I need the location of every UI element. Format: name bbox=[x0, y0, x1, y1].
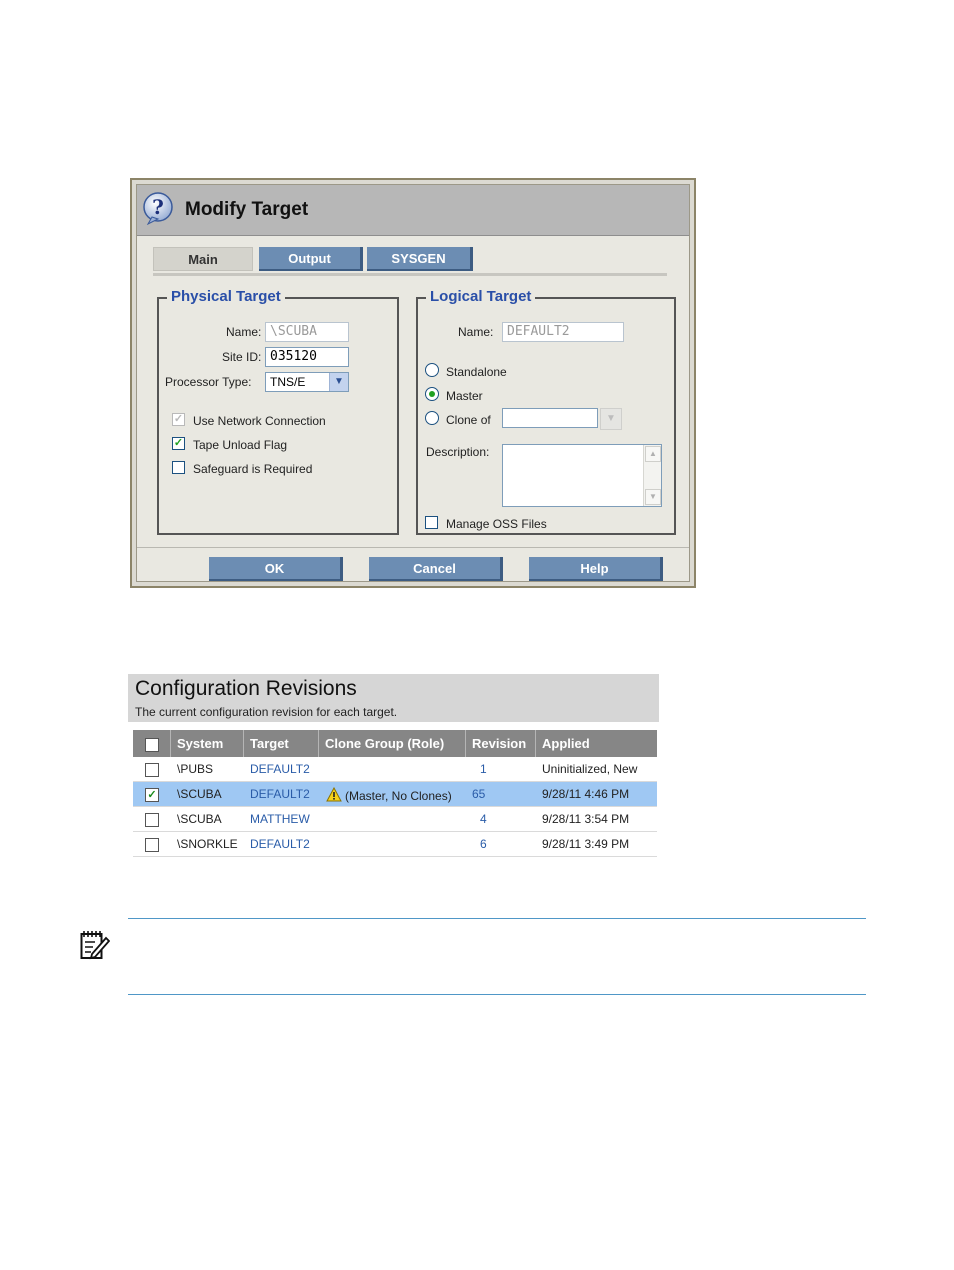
table-row[interactable]: \SCUBA MATTHEW 4 9/28/11 3:54 PM bbox=[133, 807, 657, 832]
clone-group-cell: (Master, No Clones) bbox=[345, 789, 452, 803]
logical-target-legend: Logical Target bbox=[426, 288, 536, 305]
target-link[interactable]: DEFAULT2 bbox=[250, 832, 310, 857]
dialog-title-bar: ? Modify Target bbox=[137, 185, 689, 236]
revision-link[interactable]: 65 bbox=[472, 782, 485, 807]
cancel-button[interactable]: Cancel bbox=[369, 557, 503, 581]
configuration-revisions-panel: Configuration Revisions The current conf… bbox=[128, 674, 659, 864]
manage-oss-files-checkbox[interactable] bbox=[425, 516, 438, 529]
revision-link[interactable]: 6 bbox=[480, 832, 487, 857]
standalone-label: Standalone bbox=[446, 365, 507, 379]
physical-target-group: Physical Target Name: \SCUBA Site ID: 03… bbox=[157, 288, 399, 535]
scroll-down-icon[interactable]: ▼ bbox=[645, 489, 661, 505]
processor-type-value: TNS/E bbox=[270, 375, 306, 389]
tab-output[interactable]: Output bbox=[259, 247, 363, 271]
row-checkbox[interactable] bbox=[145, 838, 159, 852]
help-question-icon: ? bbox=[143, 192, 173, 225]
clone-of-field[interactable] bbox=[502, 408, 598, 428]
clone-of-radio[interactable] bbox=[425, 411, 439, 425]
physical-name-field[interactable]: \SCUBA bbox=[265, 322, 349, 342]
revisions-header: Configuration Revisions The current conf… bbox=[128, 674, 659, 722]
chevron-down-icon: ▼ bbox=[329, 373, 348, 391]
site-id-label: Site ID: bbox=[222, 350, 262, 364]
processor-type-select[interactable]: TNS/E ▼ bbox=[265, 372, 349, 392]
master-radio[interactable] bbox=[425, 387, 439, 401]
applied-cell: 9/28/11 3:54 PM bbox=[542, 812, 630, 826]
tab-sysgen[interactable]: SYSGEN bbox=[367, 247, 473, 271]
site-id-field[interactable]: 035120 bbox=[265, 347, 349, 367]
table-row[interactable]: ✓ \SCUBA DEFAULT2 (Master, No Clones) 65… bbox=[133, 782, 657, 807]
standalone-radio[interactable] bbox=[425, 363, 439, 377]
target-link[interactable]: DEFAULT2 bbox=[250, 757, 310, 782]
header-select-all-cell bbox=[133, 730, 171, 757]
description-textarea[interactable]: ▲ ▼ bbox=[502, 444, 662, 507]
clone-of-dropdown[interactable]: ▼ bbox=[600, 408, 622, 430]
applied-cell: 9/28/11 3:49 PM bbox=[542, 837, 630, 851]
select-all-checkbox[interactable] bbox=[145, 738, 159, 752]
use-network-connection-label: Use Network Connection bbox=[193, 414, 326, 428]
scroll-up-icon[interactable]: ▲ bbox=[645, 446, 661, 462]
use-network-connection-checkbox[interactable]: ✓ bbox=[172, 413, 185, 426]
logical-name-label: Name: bbox=[458, 325, 494, 339]
manage-oss-files-label: Manage OSS Files bbox=[446, 517, 547, 531]
tape-unload-flag-label: Tape Unload Flag bbox=[193, 438, 288, 452]
physical-name-label: Name: bbox=[226, 325, 262, 339]
processor-type-label: Processor Type: bbox=[165, 375, 252, 389]
applied-cell: 9/28/11 4:46 PM bbox=[542, 787, 630, 801]
revisions-title: Configuration Revisions bbox=[135, 677, 357, 700]
target-link[interactable]: MATTHEW bbox=[250, 807, 310, 832]
revision-link[interactable]: 4 bbox=[480, 807, 487, 832]
table-row[interactable]: \PUBS DEFAULT2 1 Uninitialized, New bbox=[133, 757, 657, 782]
physical-target-legend: Physical Target bbox=[167, 288, 285, 305]
row-checkbox[interactable] bbox=[145, 763, 159, 777]
dialog-title: Modify Target bbox=[185, 199, 309, 220]
warning-icon bbox=[326, 787, 342, 802]
safeguard-required-checkbox[interactable] bbox=[172, 461, 185, 474]
tab-underline bbox=[153, 273, 667, 276]
system-cell: \SNORKLE bbox=[177, 837, 238, 851]
column-header-applied[interactable]: Applied bbox=[536, 730, 657, 757]
clone-of-label: Clone of bbox=[446, 413, 491, 427]
description-scrollbar[interactable]: ▲ ▼ bbox=[643, 445, 661, 506]
table-row[interactable]: \SNORKLE DEFAULT2 6 9/28/11 3:49 PM bbox=[133, 832, 657, 857]
column-header-target[interactable]: Target bbox=[244, 730, 319, 757]
system-cell: \SCUBA bbox=[177, 787, 222, 801]
row-checkbox[interactable]: ✓ bbox=[145, 788, 159, 802]
target-link[interactable]: DEFAULT2 bbox=[250, 782, 310, 807]
help-button[interactable]: Help bbox=[529, 557, 663, 581]
note-pencil-icon bbox=[80, 931, 110, 960]
logical-target-group: Logical Target Name: DEFAULT2 Standalone… bbox=[416, 288, 676, 535]
column-header-revision[interactable]: Revision bbox=[466, 730, 536, 757]
system-cell: \PUBS bbox=[177, 762, 214, 776]
applied-cell: Uninitialized, New bbox=[542, 762, 638, 776]
column-header-clone-group[interactable]: Clone Group (Role) bbox=[319, 730, 466, 757]
logical-name-field[interactable]: DEFAULT2 bbox=[502, 322, 624, 342]
note-top-rule bbox=[128, 918, 866, 919]
modify-target-dialog: ? Modify Target Main Output SYSGEN Physi… bbox=[130, 178, 696, 588]
master-label: Master bbox=[446, 389, 483, 403]
revision-link[interactable]: 1 bbox=[480, 757, 487, 782]
chevron-down-icon: ▼ bbox=[600, 408, 622, 430]
column-header-system[interactable]: System bbox=[171, 730, 244, 757]
system-cell: \SCUBA bbox=[177, 812, 222, 826]
note-bottom-rule bbox=[128, 994, 866, 995]
svg-text:?: ? bbox=[152, 195, 164, 219]
ok-button[interactable]: OK bbox=[209, 557, 343, 581]
tab-main[interactable]: Main bbox=[153, 247, 253, 271]
revisions-subtitle: The current configuration revision for e… bbox=[135, 705, 398, 719]
dialog-body: ? Modify Target Main Output SYSGEN Physi… bbox=[136, 184, 690, 582]
tape-unload-flag-checkbox[interactable]: ✓ bbox=[172, 437, 185, 450]
safeguard-required-label: Safeguard is Required bbox=[193, 462, 313, 476]
description-label: Description: bbox=[426, 445, 490, 459]
row-checkbox[interactable] bbox=[145, 813, 159, 827]
